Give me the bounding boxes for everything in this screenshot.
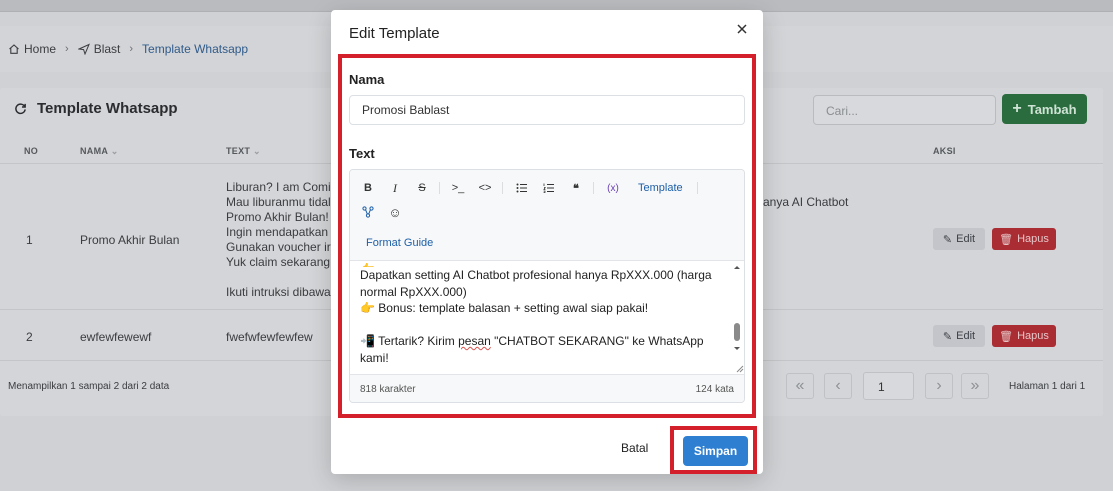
misspelled-word: pesan bbox=[458, 334, 491, 348]
message-textarea[interactable]: 👉 Dapatkan setting AI Chatbot profesiona… bbox=[350, 261, 744, 374]
content-line bbox=[360, 317, 734, 334]
panel-title: Template Whatsapp bbox=[14, 100, 178, 117]
resize-handle-icon[interactable] bbox=[734, 363, 744, 373]
content-line: 👉 Bonus: template balasan + setting awal… bbox=[360, 301, 649, 315]
strikethrough-icon[interactable]: S bbox=[413, 179, 431, 197]
variable-icon[interactable]: (x) bbox=[604, 179, 622, 197]
flow-icon[interactable] bbox=[359, 203, 377, 221]
page-label: Halaman 1 dari 1 bbox=[1009, 381, 1086, 392]
row-nama: ewfewfewewf bbox=[80, 330, 152, 344]
bullet-list-icon[interactable] bbox=[513, 179, 531, 197]
text-editor: B I S >_ <> ❝ (x) Template ☺ Format Guid… bbox=[349, 169, 745, 403]
add-button[interactable]: + Tambah bbox=[1002, 94, 1087, 124]
delete-button[interactable]: 🗑 Hapus bbox=[992, 228, 1056, 250]
content-line: Dapatkan setting AI Chatbot profesional … bbox=[360, 268, 715, 299]
editor-statusbar: 818 karakter 124 kata bbox=[350, 374, 744, 402]
next-page-button[interactable]: › bbox=[925, 373, 953, 399]
edit-template-modal: Edit Template Nama Text B I S >_ <> ❝ (x… bbox=[331, 10, 763, 474]
content-line: 📲 Tertarik? Kirim pesan "CHATBOT SEKARAN… bbox=[360, 334, 707, 365]
editor-toolbar: B I S >_ <> ❝ (x) Template ☺ Format Guid… bbox=[350, 170, 744, 261]
trash-icon: 🗑 bbox=[999, 233, 1014, 246]
save-highlight-box: Simpan bbox=[670, 426, 757, 474]
emoji-icon[interactable]: ☺ bbox=[386, 203, 404, 221]
send-icon bbox=[77, 43, 90, 55]
text-label: Text bbox=[349, 146, 375, 161]
editor-scrollbar[interactable] bbox=[730, 261, 744, 374]
terminal-icon[interactable]: >_ bbox=[449, 179, 467, 197]
first-page-button[interactable]: « bbox=[786, 373, 814, 399]
save-button[interactable]: Simpan bbox=[683, 436, 748, 466]
italic-icon[interactable]: I bbox=[386, 179, 404, 197]
cancel-button[interactable]: Batal bbox=[621, 441, 648, 455]
format-guide-link[interactable]: Format Guide bbox=[366, 237, 433, 249]
edit-button[interactable]: ✎ Edit bbox=[933, 325, 985, 347]
row-no: 1 bbox=[26, 233, 33, 247]
numbered-list-icon[interactable] bbox=[540, 179, 558, 197]
template-button[interactable]: Template bbox=[638, 182, 683, 194]
edit-icon: ✎ bbox=[942, 330, 953, 343]
column-header-nama[interactable]: NAMA ⌄ bbox=[80, 146, 119, 157]
breadcrumb-home[interactable]: Home bbox=[8, 42, 56, 56]
code-icon[interactable]: <> bbox=[476, 179, 494, 197]
char-count: 818 karakter bbox=[360, 384, 416, 395]
column-header-text[interactable]: TEXT ⌄ bbox=[226, 146, 261, 157]
edit-icon: ✎ bbox=[942, 233, 953, 246]
close-icon[interactable] bbox=[735, 22, 749, 36]
search-input[interactable]: Cari... bbox=[813, 95, 996, 125]
column-header-aksi: AKSI bbox=[933, 146, 956, 156]
row-nama: Promo Akhir Bulan bbox=[80, 233, 180, 247]
breadcrumb-blast[interactable]: Blast bbox=[77, 42, 120, 56]
pagination-info: Menampilkan 1 sampai 2 dari 2 data bbox=[8, 381, 170, 392]
column-header-no: NO bbox=[24, 146, 39, 156]
nama-label: Nama bbox=[349, 72, 385, 87]
row-text: Liburan? I am Comir Mau liburanmu tidal … bbox=[226, 180, 331, 299]
prev-page-button[interactable]: ‹ bbox=[824, 373, 852, 399]
row-text-tail: anya AI Chatbot bbox=[763, 195, 849, 209]
row-text: fwefwfewfewfew bbox=[226, 330, 313, 344]
chevron-right-icon: › bbox=[65, 43, 69, 55]
trash-icon: 🗑 bbox=[999, 330, 1014, 343]
word-count: 124 kata bbox=[695, 384, 734, 395]
delete-button[interactable]: 🗑 Hapus bbox=[992, 325, 1056, 347]
chevron-right-icon: › bbox=[129, 43, 134, 55]
refresh-icon[interactable] bbox=[14, 102, 27, 115]
bold-icon[interactable]: B bbox=[359, 179, 377, 197]
nama-input[interactable] bbox=[349, 95, 745, 125]
modal-title: Edit Template bbox=[349, 25, 440, 42]
home-icon bbox=[9, 44, 19, 54]
breadcrumb-current: Template Whatsapp bbox=[142, 42, 249, 56]
edit-button[interactable]: ✎ Edit bbox=[933, 228, 985, 250]
row-no: 2 bbox=[26, 330, 33, 344]
plus-icon: + bbox=[1012, 100, 1022, 117]
last-page-button[interactable]: » bbox=[961, 373, 989, 399]
page-number-input[interactable]: 1 bbox=[863, 372, 914, 400]
quote-icon[interactable]: ❝ bbox=[567, 179, 585, 197]
